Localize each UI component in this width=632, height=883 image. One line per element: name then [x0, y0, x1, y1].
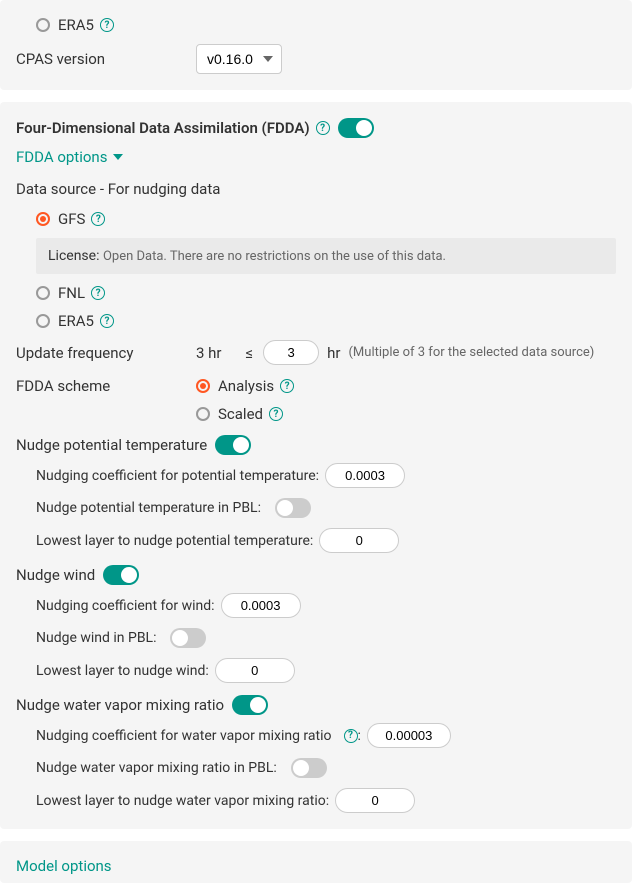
help-icon[interactable]: ?	[316, 121, 330, 135]
nudge-vapor-pbl-label: Nudge water vapor mixing ratio in PBL:	[36, 760, 277, 776]
nudge-vapor-title: Nudge water vapor mixing ratio	[16, 696, 224, 714]
nudge-temp-toggle[interactable]	[215, 435, 251, 455]
radio-item-fnl: FNL ?	[36, 284, 616, 302]
nudge-vapor-coef-label: Nudging coefficient for water vapor mixi…	[36, 728, 332, 744]
nudge-wind-coef-label: Nudging coefficient for wind:	[36, 598, 215, 614]
fdda-panel: Four-Dimensional Data Assimilation (FDDA…	[0, 102, 632, 829]
nudge-wind-pbl-label: Nudge wind in PBL:	[36, 630, 156, 646]
radio-item-era5-top: ERA5 ?	[36, 16, 616, 34]
radio-item-era5: ERA5 ?	[36, 312, 616, 330]
radio-fnl[interactable]	[36, 286, 50, 300]
nudge-vapor-lowest-input[interactable]	[335, 788, 415, 813]
fdda-toggle[interactable]	[338, 118, 374, 138]
nudge-wind-title: Nudge wind	[16, 566, 95, 584]
radio-scaled[interactable]	[196, 407, 210, 421]
update-freq-hint: (Multiple of 3 for the selected data sou…	[348, 345, 594, 360]
radio-item-gfs: GFS ?	[36, 210, 616, 228]
nudge-temp-pbl-label: Nudge potential temperature in PBL:	[36, 500, 261, 516]
nudge-vapor-pbl-toggle[interactable]	[291, 758, 327, 778]
data-source-label: Data source - For nudging data	[16, 180, 616, 198]
model-options-panel: Model options	[0, 841, 632, 883]
radio-item-scaled: Scaled ?	[196, 405, 294, 423]
fdda-title: Four-Dimensional Data Assimilation (FDDA…	[16, 119, 310, 137]
radio-item-analysis: Analysis ?	[196, 377, 294, 395]
cpas-version-label: CPAS version	[16, 50, 196, 68]
update-freq-input[interactable]	[263, 340, 319, 365]
radio-era5-top[interactable]	[36, 18, 50, 32]
help-icon[interactable]: ?	[280, 379, 294, 393]
help-icon[interactable]: ?	[269, 407, 283, 421]
nudge-temp-coef-input[interactable]	[325, 463, 405, 488]
update-freq-label: Update frequency	[16, 344, 196, 362]
fnl-label: FNL	[58, 284, 85, 302]
radio-analysis[interactable]	[196, 379, 210, 393]
nudge-temp-lowest-input[interactable]	[319, 528, 399, 553]
nudge-temp-lowest-label: Lowest layer to nudge potential temperat…	[36, 533, 313, 549]
radio-gfs[interactable]	[36, 212, 50, 226]
update-freq-op: ≤	[246, 344, 254, 362]
chevron-down-icon	[113, 154, 123, 160]
top-panel: ERA5 ? CPAS version v0.16.0	[0, 0, 632, 90]
license-box: License: Open Data. There are no restric…	[36, 238, 616, 274]
help-icon[interactable]: ?	[91, 286, 105, 300]
radio-era5[interactable]	[36, 314, 50, 328]
help-icon[interactable]: ?	[100, 314, 114, 328]
gfs-label: GFS	[58, 210, 85, 228]
nudge-wind-lowest-label: Lowest layer to nudge wind:	[36, 663, 209, 679]
nudge-temp-coef-label: Nudging coefficient for potential temper…	[36, 468, 319, 484]
scaled-label: Scaled	[218, 405, 263, 423]
cpas-version-select[interactable]: v0.16.0	[196, 44, 282, 74]
nudge-wind-coef-input[interactable]	[221, 593, 301, 618]
era5-top-label: ERA5	[58, 16, 94, 34]
update-freq-fixed: 3 hr	[196, 344, 222, 362]
nudge-wind-toggle[interactable]	[103, 565, 139, 585]
nudge-wind-pbl-toggle[interactable]	[170, 628, 206, 648]
fdda-options-collapse[interactable]: FDDA options	[16, 148, 616, 166]
help-icon[interactable]: ?	[344, 729, 358, 743]
nudge-vapor-lowest-label: Lowest layer to nudge water vapor mixing…	[36, 793, 329, 809]
era5-label: ERA5	[58, 312, 94, 330]
fdda-options-label: FDDA options	[16, 148, 107, 166]
help-icon[interactable]: ?	[100, 18, 114, 32]
nudge-vapor-toggle[interactable]	[232, 695, 268, 715]
nudge-vapor-coef-input[interactable]	[367, 723, 451, 748]
license-label: License:	[48, 248, 99, 264]
license-text: Open Data. There are no restrictions on …	[103, 249, 446, 264]
help-icon[interactable]: ?	[91, 212, 105, 226]
nudge-wind-lowest-input[interactable]	[215, 658, 295, 683]
analysis-label: Analysis	[218, 377, 274, 395]
nudge-temp-pbl-toggle[interactable]	[275, 498, 311, 518]
nudge-temp-title: Nudge potential temperature	[16, 436, 207, 454]
fdda-scheme-label: FDDA scheme	[16, 377, 196, 395]
update-freq-unit: hr	[327, 344, 340, 362]
model-options-link[interactable]: Model options	[16, 857, 112, 875]
